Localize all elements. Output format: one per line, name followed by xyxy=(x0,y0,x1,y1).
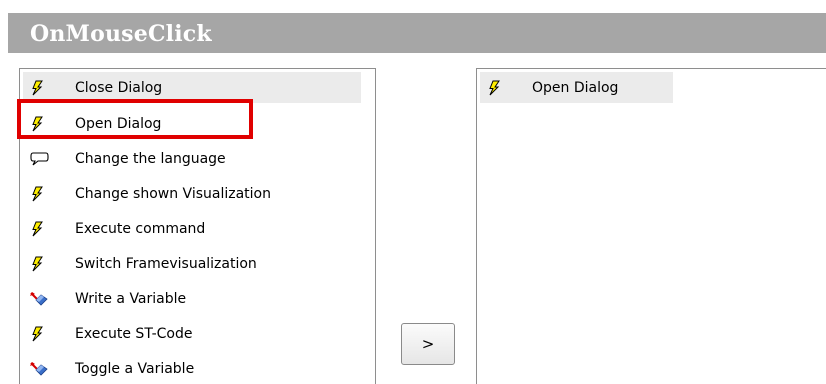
speech-bubble-icon xyxy=(23,148,57,170)
lightning-icon xyxy=(23,323,57,345)
list-item-label: Close Dialog xyxy=(75,79,163,96)
list-item-label: Change shown Visualization xyxy=(75,185,271,202)
list-item-label: Execute command xyxy=(75,220,206,237)
list-item-change-language[interactable]: Change the language xyxy=(23,143,361,174)
lightning-icon xyxy=(23,218,57,240)
list-item-execute-st-code[interactable]: Execute ST-Code xyxy=(23,318,361,349)
list-item-label: Switch Framevisualization xyxy=(75,255,257,272)
list-item-label: Write a Variable xyxy=(75,290,187,307)
list-item-label: Change the language xyxy=(75,150,226,167)
list-item-label: Toggle a Variable xyxy=(75,360,195,377)
write-variable-icon xyxy=(23,358,57,380)
lightning-icon xyxy=(23,183,57,205)
list-item-change-visualization[interactable]: Change shown Visualization xyxy=(23,178,361,209)
lightning-icon xyxy=(23,77,57,99)
list-item-open-dialog[interactable]: Open Dialog xyxy=(480,72,673,103)
move-right-button[interactable]: > xyxy=(401,323,455,365)
list-item-switch-framevisualization[interactable]: Switch Framevisualization xyxy=(23,248,361,279)
highlight-box xyxy=(17,99,253,139)
list-item-label: Open Dialog xyxy=(532,79,619,96)
selected-actions-list[interactable]: Open Dialog xyxy=(476,68,826,384)
list-item-execute-command[interactable]: Execute command xyxy=(23,213,361,244)
list-item-write-variable[interactable]: Write a Variable xyxy=(23,283,361,314)
header-title: OnMouseClick xyxy=(30,21,212,47)
list-item-label: Execute ST-Code xyxy=(75,325,193,342)
list-item-toggle-variable[interactable]: Toggle a Variable xyxy=(23,353,361,384)
lightning-icon xyxy=(480,77,514,99)
lightning-icon xyxy=(23,253,57,275)
header-bar: OnMouseClick xyxy=(8,13,826,53)
write-variable-icon xyxy=(23,288,57,310)
